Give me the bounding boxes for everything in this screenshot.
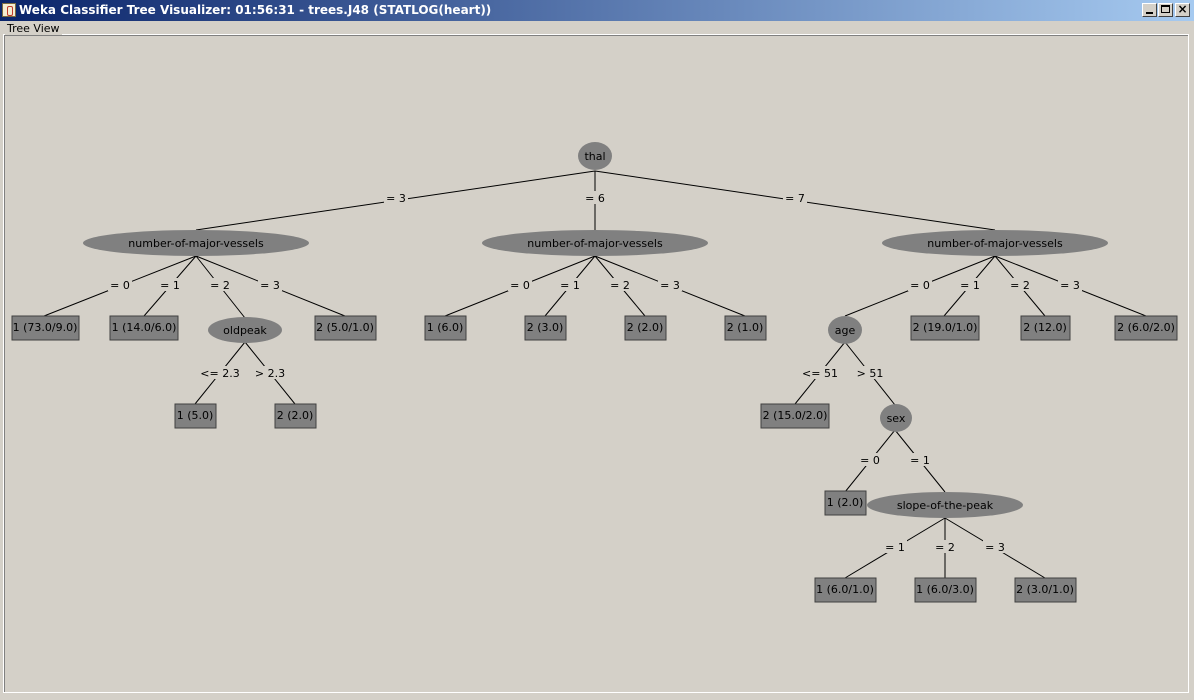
svg-text:= 3: = 3 — [660, 279, 680, 292]
tree-node-slope[interactable]: slope-of-the-peak — [867, 492, 1023, 518]
svg-text:<= 51: <= 51 — [802, 367, 838, 380]
edge-label: = 0 — [108, 278, 132, 292]
edge-label: = 1 — [908, 453, 932, 467]
tree-node-vessels[interactable]: number-of-major-vessels — [83, 230, 309, 256]
tree-leaf[interactable]: 1 (14.0/6.0) — [109, 315, 179, 341]
svg-text:= 1: = 1 — [160, 279, 180, 292]
tree-leaf[interactable]: 2 (12.0) — [1020, 315, 1071, 341]
tree-node-age[interactable]: age — [828, 316, 862, 344]
edge-label: = 2 — [1008, 278, 1032, 292]
tree-leaf[interactable]: 2 (3.0) — [524, 315, 567, 341]
svg-text:= 1: = 1 — [885, 541, 905, 554]
tree-node-oldpeak[interactable]: oldpeak — [208, 317, 282, 343]
svg-text:= 3: = 3 — [1060, 279, 1080, 292]
tree-leaf[interactable]: 2 (19.0/1.0) — [910, 315, 980, 341]
tree-node-vessels[interactable]: number-of-major-vessels — [482, 230, 708, 256]
svg-text:2 (1.0): 2 (1.0) — [727, 321, 764, 334]
tree-leaf[interactable]: 2 (5.0/1.0) — [314, 315, 377, 341]
tree-leaf[interactable]: 2 (6.0/2.0) — [1114, 315, 1178, 341]
svg-text:1 (6.0): 1 (6.0) — [427, 321, 464, 334]
svg-text:number-of-major-vessels: number-of-major-vessels — [128, 237, 264, 250]
svg-text:= 0: = 0 — [910, 279, 930, 292]
svg-text:2 (3.0/1.0): 2 (3.0/1.0) — [1016, 583, 1074, 596]
svg-text:1 (2.0): 1 (2.0) — [827, 496, 864, 509]
tree-node-thal[interactable]: thal — [578, 142, 612, 170]
tree-node-sex[interactable]: sex — [880, 404, 912, 432]
svg-text:= 6: = 6 — [585, 192, 605, 205]
svg-text:> 51: > 51 — [857, 367, 884, 380]
svg-text:age: age — [835, 324, 856, 337]
tree-leaf[interactable]: 1 (73.0/9.0) — [11, 315, 80, 341]
edge-label: <= 2.3 — [200, 366, 240, 380]
svg-text:= 2: = 2 — [1010, 279, 1030, 292]
svg-text:1 (6.0/1.0): 1 (6.0/1.0) — [816, 583, 874, 596]
tree-leaf[interactable]: 1 (6.0/3.0) — [914, 577, 977, 603]
svg-text:= 3: = 3 — [260, 279, 280, 292]
svg-text:2 (19.0/1.0): 2 (19.0/1.0) — [913, 321, 978, 334]
edge-label: > 51 — [855, 366, 885, 380]
edge-label: = 7 — [783, 191, 807, 205]
edge-label: = 1 — [558, 278, 582, 292]
svg-text:1 (5.0): 1 (5.0) — [177, 409, 214, 422]
edge-label: = 3 — [658, 278, 682, 292]
svg-text:1 (73.0/9.0): 1 (73.0/9.0) — [13, 321, 78, 334]
svg-text:2 (2.0): 2 (2.0) — [277, 409, 314, 422]
edge-label: = 0 — [858, 453, 882, 467]
svg-text:<= 2.3: <= 2.3 — [200, 367, 239, 380]
svg-text:= 1: = 1 — [960, 279, 980, 292]
svg-text:2 (5.0/1.0): 2 (5.0/1.0) — [316, 321, 374, 334]
edge-label: = 1 — [883, 540, 907, 554]
svg-text:= 2: = 2 — [610, 279, 630, 292]
svg-text:> 2.3: > 2.3 — [255, 367, 285, 380]
tree-leaf[interactable]: 2 (15.0/2.0) — [760, 403, 830, 429]
svg-text:= 7: = 7 — [785, 192, 805, 205]
tree-leaf[interactable]: 1 (5.0) — [174, 403, 217, 429]
edge-label: = 3 — [384, 191, 408, 205]
svg-text:number-of-major-vessels: number-of-major-vessels — [927, 237, 1063, 250]
svg-text:2 (15.0/2.0): 2 (15.0/2.0) — [763, 409, 828, 422]
svg-text:= 3: = 3 — [985, 541, 1005, 554]
edge-label: = 3 — [258, 278, 282, 292]
edge-label: = 2 — [933, 540, 957, 554]
tree-leaf[interactable]: 1 (6.0/1.0) — [814, 577, 877, 603]
tree-leaf[interactable]: 1 (6.0) — [424, 315, 467, 341]
svg-text:thal: thal — [584, 150, 605, 163]
edge-label: > 2.3 — [253, 366, 287, 380]
edge-label: <= 51 — [802, 366, 838, 380]
svg-text:slope-of-the-peak: slope-of-the-peak — [897, 499, 994, 512]
edge-label: = 0 — [508, 278, 532, 292]
tree-leaf[interactable]: 2 (2.0) — [274, 403, 317, 429]
svg-text:number-of-major-vessels: number-of-major-vessels — [527, 237, 663, 250]
svg-text:2 (2.0): 2 (2.0) — [627, 321, 664, 334]
tree-leaf[interactable]: 2 (1.0) — [724, 315, 767, 341]
edge-label: = 0 — [908, 278, 932, 292]
svg-text:= 1: = 1 — [560, 279, 580, 292]
svg-text:= 2: = 2 — [210, 279, 230, 292]
svg-text:= 1: = 1 — [910, 454, 930, 467]
svg-text:2 (12.0): 2 (12.0) — [1023, 321, 1067, 334]
edge-label: = 1 — [158, 278, 182, 292]
edge-label: = 2 — [608, 278, 632, 292]
svg-text:= 0: = 0 — [110, 279, 130, 292]
svg-text:= 0: = 0 — [510, 279, 530, 292]
svg-text:1 (6.0/3.0): 1 (6.0/3.0) — [916, 583, 974, 596]
tree-leaf[interactable]: 2 (2.0) — [624, 315, 667, 341]
svg-text:2 (3.0): 2 (3.0) — [527, 321, 564, 334]
tree-leaf[interactable]: 1 (2.0) — [824, 490, 867, 516]
edge-label: = 3 — [1058, 278, 1082, 292]
edge-label: = 3 — [983, 540, 1007, 554]
svg-text:= 2: = 2 — [935, 541, 955, 554]
tree-node-vessels[interactable]: number-of-major-vessels — [882, 230, 1108, 256]
svg-text:sex: sex — [887, 412, 906, 425]
edge-label: = 2 — [208, 278, 232, 292]
edge-label: = 6 — [583, 191, 607, 205]
tree-leaf[interactable]: 2 (3.0/1.0) — [1014, 577, 1077, 603]
svg-text:oldpeak: oldpeak — [223, 324, 267, 337]
tree-canvas[interactable]: = 3 = 6 = 7 = 0 = 1 = 2 = 3 <= 2.3 > 2.3… — [0, 0, 1194, 700]
svg-text:= 3: = 3 — [386, 192, 406, 205]
svg-text:1 (14.0/6.0): 1 (14.0/6.0) — [112, 321, 177, 334]
svg-text:2 (6.0/2.0): 2 (6.0/2.0) — [1117, 321, 1175, 334]
svg-text:= 0: = 0 — [860, 454, 880, 467]
edge-label: = 1 — [958, 278, 982, 292]
